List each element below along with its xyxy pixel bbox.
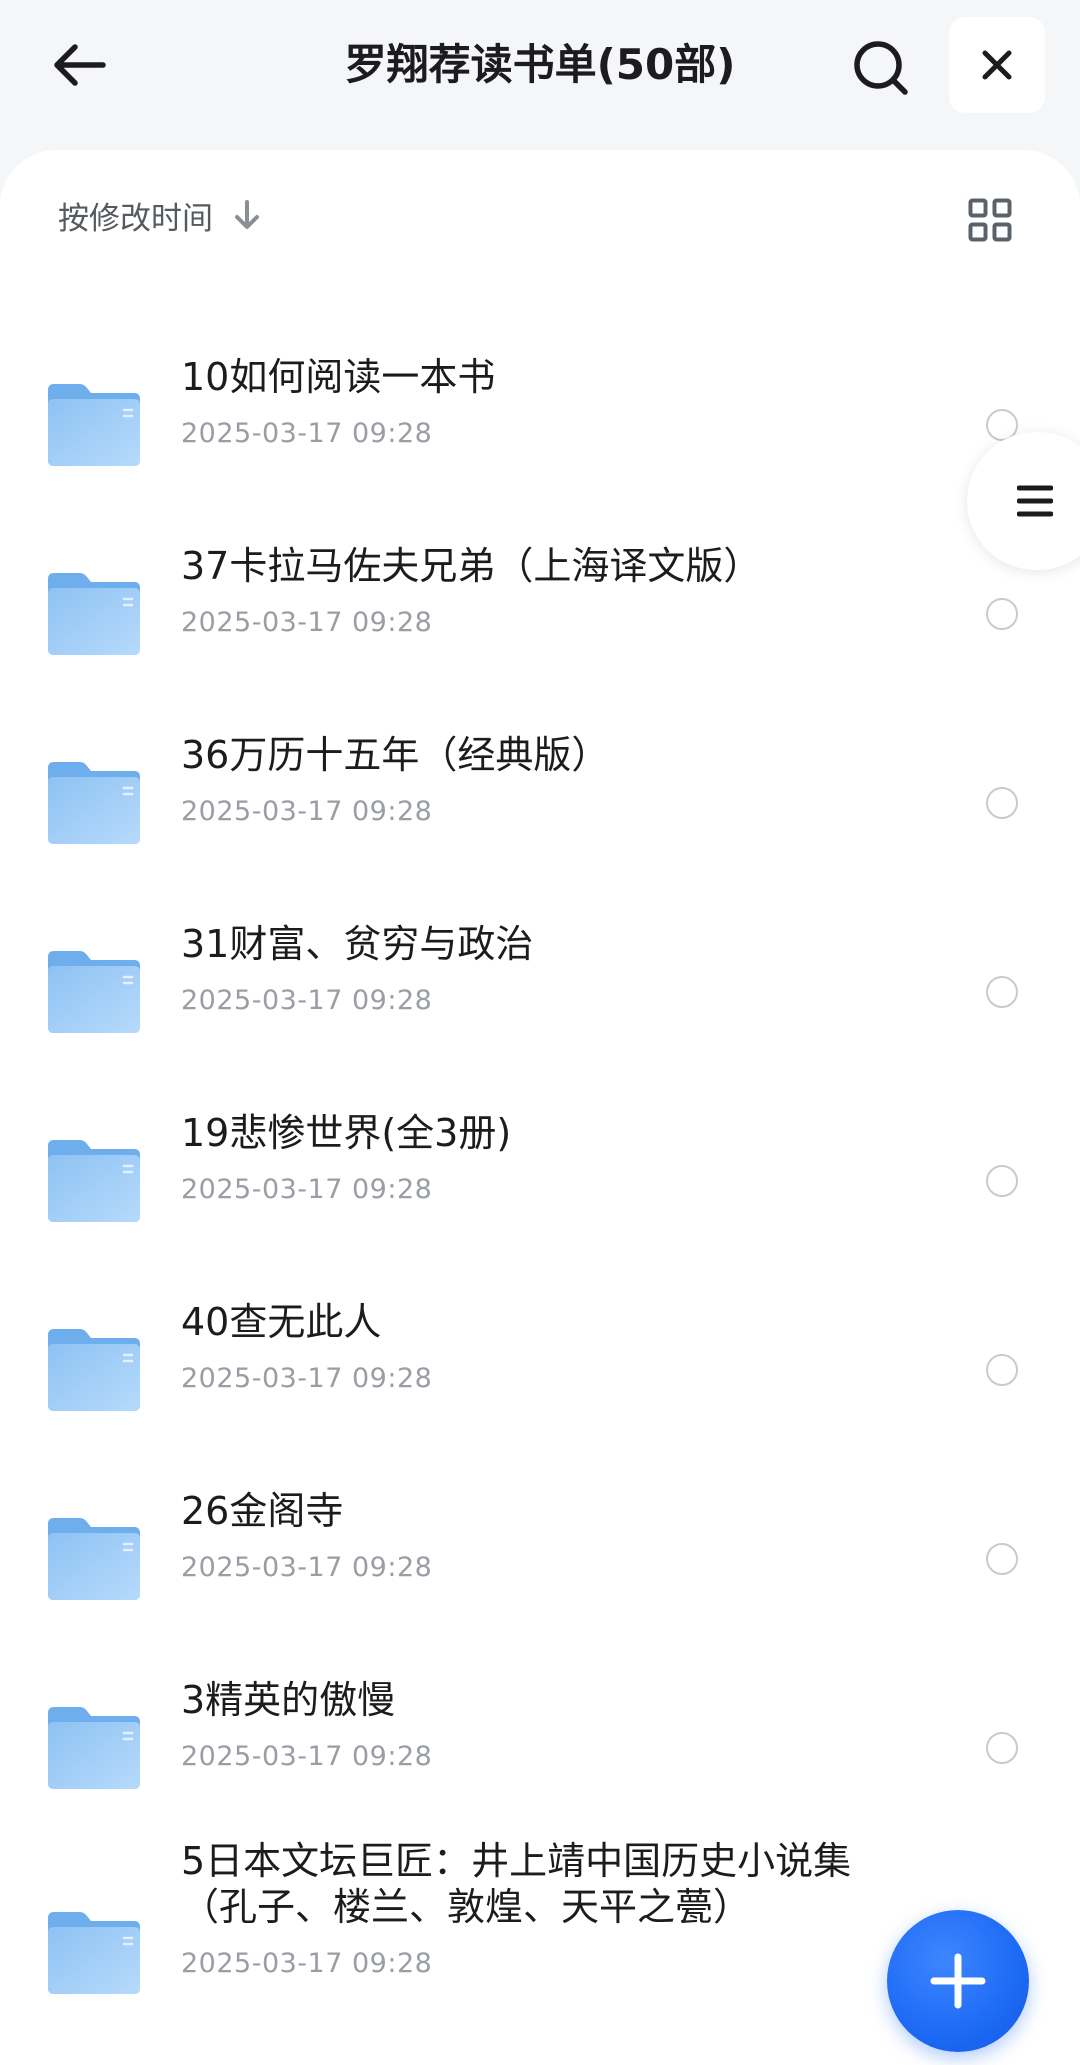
arrow-left-icon <box>54 44 106 86</box>
sort-selector[interactable]: 按修改时间 <box>58 190 261 240</box>
file-date: 2025-03-17 09:28 <box>181 1552 433 1583</box>
folder-icon <box>46 1138 142 1224</box>
grid-view-button[interactable] <box>960 190 1020 250</box>
back-button[interactable] <box>44 30 114 100</box>
folder-icon <box>46 760 142 846</box>
folder-icon <box>46 571 142 657</box>
file-list: 10如何阅读一本书 2025-03-17 09:28 37卡拉马佐夫兄弟（上海译… <box>0 328 1080 2029</box>
file-date: 2025-03-17 09:28 <box>181 1363 433 1394</box>
select-radio[interactable] <box>986 1165 1018 1197</box>
search-icon <box>854 41 908 95</box>
sort-label: 按修改时间 <box>58 200 213 237</box>
file-date: 2025-03-17 09:28 <box>181 1174 433 1205</box>
arrow-down-icon <box>233 199 261 231</box>
folder-icon <box>46 1516 142 1602</box>
plus-icon <box>930 1953 986 2009</box>
list-item[interactable]: 40查无此人 2025-03-17 09:28 <box>0 1273 1080 1462</box>
file-date: 2025-03-17 09:28 <box>181 1741 433 1772</box>
file-name: 10如何阅读一本书 <box>181 355 496 399</box>
file-date: 2025-03-17 09:28 <box>181 796 433 827</box>
grid-view-icon <box>968 198 1012 242</box>
select-radio[interactable] <box>986 1543 1018 1575</box>
top-bar: 罗翔荐读书单(50部) <box>0 0 1080 150</box>
file-name: 40查无此人 <box>181 1300 382 1344</box>
select-radio[interactable] <box>986 787 1018 819</box>
file-name: 5日本文坛巨匠：井上靖中国历史小说集（孔子、楼兰、敦煌、天平之甍） <box>181 1839 852 1929</box>
file-name: 36万历十五年（经典版） <box>181 733 610 777</box>
list-item[interactable]: 31财富、贫穷与政治 2025-03-17 09:28 <box>0 895 1080 1084</box>
add-button[interactable] <box>887 1910 1029 2052</box>
list-item[interactable]: 37卡拉马佐夫兄弟（上海译文版） 2025-03-17 09:28 <box>0 517 1080 706</box>
list-item[interactable]: 19悲惨世界(全3册) 2025-03-17 09:28 <box>0 1084 1080 1273</box>
file-name: 19悲惨世界(全3册) <box>181 1111 512 1155</box>
menu-icon <box>1017 485 1053 517</box>
file-name: 26金阁寺 <box>181 1489 344 1533</box>
file-name: 37卡拉马佐夫兄弟（上海译文版） <box>181 544 762 588</box>
file-list-sheet: 按修改时间 10如何阅读一本书 2025-03-17 09:28 37卡拉马佐夫… <box>0 150 1080 2065</box>
list-item[interactable]: 26金阁寺 2025-03-17 09:28 <box>0 1462 1080 1651</box>
select-radio[interactable] <box>986 1354 1018 1386</box>
select-radio[interactable] <box>986 976 1018 1008</box>
list-item[interactable]: 36万历十五年（经典版） 2025-03-17 09:28 <box>0 706 1080 895</box>
folder-icon <box>46 1910 142 1996</box>
file-name: 31财富、贫穷与政治 <box>181 922 534 966</box>
select-radio[interactable] <box>986 1732 1018 1764</box>
close-button[interactable] <box>949 17 1045 113</box>
file-name: 3精英的傲慢 <box>181 1678 396 1722</box>
folder-icon <box>46 1327 142 1413</box>
close-icon <box>982 50 1012 80</box>
folder-icon <box>46 1705 142 1791</box>
file-date: 2025-03-17 09:28 <box>181 418 433 449</box>
file-date: 2025-03-17 09:28 <box>181 1948 433 1979</box>
folder-icon <box>46 382 142 468</box>
list-item[interactable]: 3精英的傲慢 2025-03-17 09:28 <box>0 1651 1080 1840</box>
list-item[interactable]: 10如何阅读一本书 2025-03-17 09:28 <box>0 328 1080 517</box>
select-radio[interactable] <box>986 598 1018 630</box>
search-button[interactable] <box>843 30 919 106</box>
file-date: 2025-03-17 09:28 <box>181 985 433 1016</box>
page-title: 罗翔荐读书单(50部) <box>344 40 736 89</box>
folder-icon <box>46 949 142 1035</box>
file-date: 2025-03-17 09:28 <box>181 607 433 638</box>
